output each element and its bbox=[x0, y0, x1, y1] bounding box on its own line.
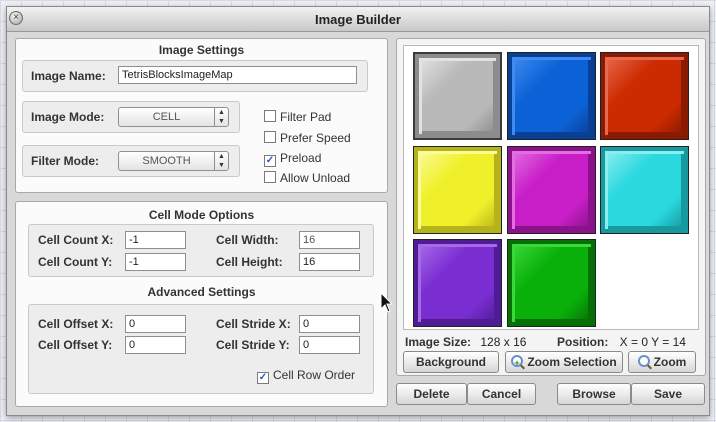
cell-count-y-label: Cell Count Y: bbox=[38, 255, 113, 269]
zoom-button[interactable]: Zoom bbox=[628, 351, 696, 373]
cell-width-label: Cell Width: bbox=[216, 233, 279, 247]
cell-count-group: Cell Count X: -1 Cell Count Y: -1 Cell W… bbox=[28, 224, 374, 277]
cell-stride-x-input[interactable]: 0 bbox=[299, 315, 360, 333]
position-info: Position: X = 0 Y = 14 bbox=[557, 335, 686, 349]
cell-count-x-label: Cell Count X: bbox=[38, 233, 114, 247]
window-title: Image Builder bbox=[315, 12, 401, 27]
checkbox-checked-box: ✓ bbox=[264, 155, 276, 167]
advanced-settings-heading: Advanced Settings bbox=[147, 285, 256, 299]
tile-purple[interactable] bbox=[413, 239, 502, 327]
preload-checkbox[interactable]: ✓ Preload bbox=[264, 151, 322, 167]
image-settings-heading: Image Settings bbox=[158, 43, 245, 57]
allow-unload-label: Allow Unload bbox=[280, 171, 351, 185]
cell-stride-y-input[interactable]: 0 bbox=[299, 336, 360, 354]
image-preview-panel: Image Size: 128 x 16 Position: X = 0 Y =… bbox=[396, 38, 706, 376]
filter-mode-group: Filter Mode: SMOOTH ▲ ▼ bbox=[22, 145, 240, 177]
zoom-in-icon bbox=[511, 353, 524, 373]
cell-height-label: Cell Height: bbox=[216, 255, 283, 269]
filter-mode-value: SMOOTH bbox=[142, 155, 191, 167]
prefer-speed-label: Prefer Speed bbox=[280, 131, 351, 145]
browse-button[interactable]: Browse bbox=[557, 383, 631, 405]
title-bar[interactable]: × Image Builder bbox=[7, 7, 709, 32]
filter-mode-select[interactable]: SMOOTH ▲ ▼ bbox=[118, 151, 229, 171]
cell-stride-x-label: Cell Stride X: bbox=[216, 317, 291, 331]
background-button[interactable]: Background bbox=[403, 351, 499, 373]
prefer-speed-checkbox[interactable]: Prefer Speed bbox=[264, 131, 351, 145]
cell-mode-panel: Cell Mode Options Cell Count X: -1 Cell … bbox=[15, 201, 388, 407]
allow-unload-checkbox[interactable]: Allow Unload bbox=[264, 171, 350, 185]
image-name-input[interactable]: TetrisBlocksImageMap bbox=[118, 66, 357, 84]
cell-height-input[interactable]: 16 bbox=[299, 253, 360, 271]
image-settings-panel: Image Settings Image Name: TetrisBlocksI… bbox=[15, 38, 388, 193]
checkbox-box bbox=[264, 110, 276, 122]
cell-offset-x-input[interactable]: 0 bbox=[125, 315, 186, 333]
tile-gray[interactable] bbox=[413, 52, 502, 140]
tile-green[interactable] bbox=[507, 239, 596, 327]
mouse-pointer-icon bbox=[380, 292, 394, 313]
delete-button[interactable]: Delete bbox=[396, 383, 467, 405]
image-size-info: Image Size: 128 x 16 bbox=[405, 335, 526, 349]
cell-count-x-input[interactable]: -1 bbox=[125, 231, 186, 249]
image-mode-select[interactable]: CELL ▲ ▼ bbox=[118, 107, 229, 127]
checkbox-box bbox=[264, 131, 276, 143]
magnifier-icon bbox=[637, 355, 650, 367]
cell-mode-heading: Cell Mode Options bbox=[148, 208, 255, 222]
image-mode-label: Image Mode: bbox=[31, 110, 105, 124]
zoom-label: Zoom bbox=[653, 355, 687, 369]
image-name-label: Image Name: bbox=[31, 69, 106, 83]
zoom-selection-button[interactable]: Zoom Selection bbox=[505, 351, 623, 373]
checkbox-box bbox=[264, 171, 276, 183]
cell-offset-x-label: Cell Offset X: bbox=[38, 317, 114, 331]
save-button[interactable]: Save bbox=[631, 383, 705, 405]
advanced-settings-group: Cell Offset X: 0 Cell Offset Y: 0 Cell S… bbox=[28, 304, 374, 394]
image-mode-value: CELL bbox=[152, 111, 181, 123]
cell-row-order-label: Cell Row Order bbox=[273, 368, 356, 382]
tile-grid bbox=[403, 45, 699, 330]
image-name-group: Image Name: TetrisBlocksImageMap bbox=[22, 60, 368, 92]
checkbox-checked-box: ✓ bbox=[257, 372, 269, 384]
tile-yellow[interactable] bbox=[413, 146, 502, 234]
updown-arrows-icon: ▲ ▼ bbox=[214, 108, 228, 126]
cell-offset-y-input[interactable]: 0 bbox=[125, 336, 186, 354]
filter-pad-label: Filter Pad bbox=[280, 110, 332, 124]
position-value: X = 0 Y = 14 bbox=[619, 335, 686, 349]
tile-cyan[interactable] bbox=[600, 146, 689, 234]
filter-pad-checkbox[interactable]: Filter Pad bbox=[264, 110, 331, 124]
cell-row-order-checkbox[interactable]: ✓ Cell Row Order bbox=[257, 368, 356, 384]
preload-label: Preload bbox=[280, 151, 322, 165]
zoom-selection-label: Zoom Selection bbox=[527, 355, 617, 369]
tile-magenta[interactable] bbox=[507, 146, 596, 234]
tile-red[interactable] bbox=[600, 52, 689, 140]
image-size-label: Image Size: bbox=[405, 335, 472, 349]
cell-stride-y-label: Cell Stride Y: bbox=[216, 338, 290, 352]
filter-mode-label: Filter Mode: bbox=[31, 154, 99, 168]
image-builder-window: × Image Builder Image Settings Image Nam… bbox=[6, 6, 710, 416]
cell-count-y-input[interactable]: -1 bbox=[125, 253, 186, 271]
cell-offset-y-label: Cell Offset Y: bbox=[38, 338, 113, 352]
position-label: Position: bbox=[557, 335, 609, 349]
image-size-value: 128 x 16 bbox=[480, 335, 527, 349]
image-mode-group: Image Mode: CELL ▲ ▼ bbox=[22, 101, 240, 133]
tile-blue[interactable] bbox=[507, 52, 596, 140]
cell-width-input[interactable]: 16 bbox=[299, 231, 360, 249]
updown-arrows-icon: ▲ ▼ bbox=[214, 152, 228, 170]
cancel-button[interactable]: Cancel bbox=[467, 383, 536, 405]
